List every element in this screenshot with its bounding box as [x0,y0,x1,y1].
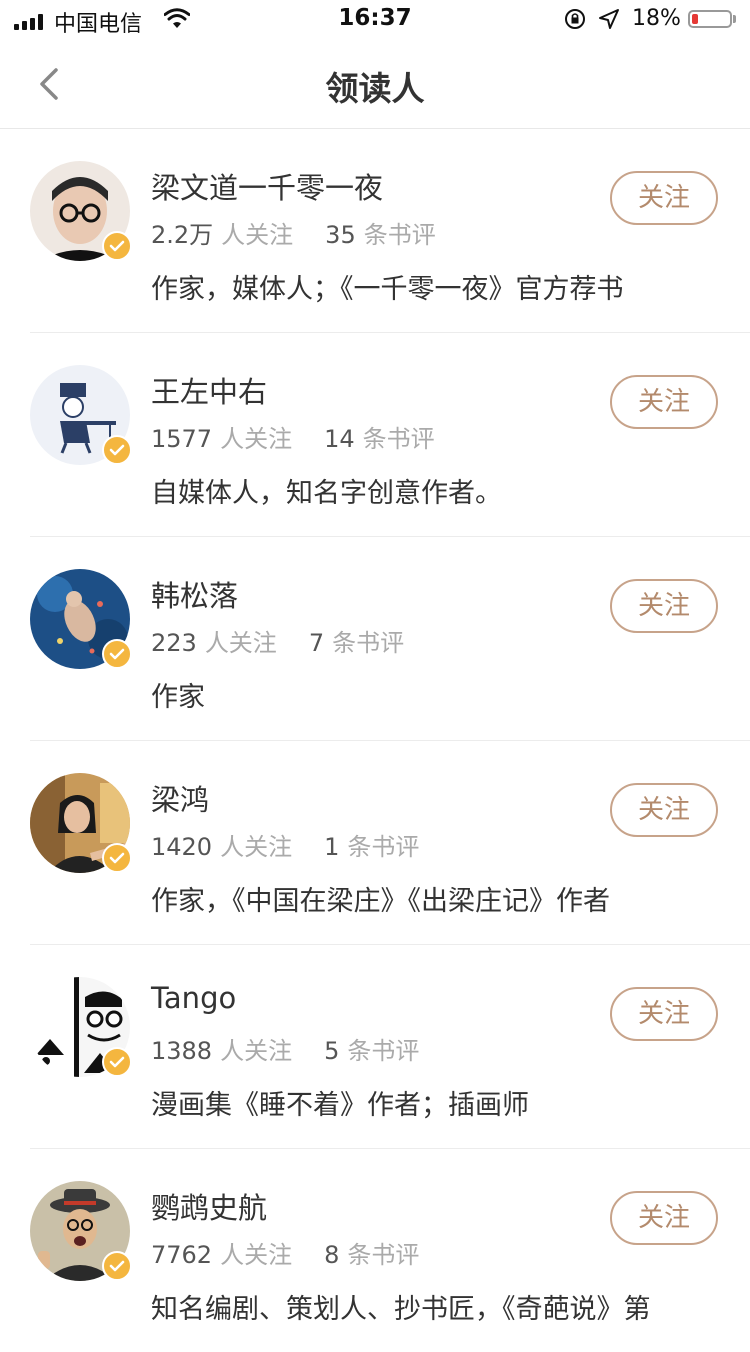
verified-badge-icon [102,639,132,669]
list-item[interactable]: Tango 1388 人关注 5 条书评 漫画集《睡不着》作者；插画师 关注 [30,945,750,1149]
followers-count: 223 [151,629,197,657]
followers-label: 人关注 [220,1037,293,1065]
reader-stats: 1420 人关注 1 条书评 [151,827,419,862]
list-item[interactable]: 韩松落 223 人关注 7 条书评 作家 关注 [30,537,750,741]
reviews-label: 条书评 [347,1037,420,1065]
followers-count: 7762 [151,1241,213,1269]
reviews-label: 条书评 [363,221,436,249]
followers-label: 人关注 [220,1241,293,1269]
followers-count: 1420 [151,833,213,861]
reader-name[interactable]: 鹦鹉史航 [151,1185,267,1227]
battery-percent: 18% [632,6,681,31]
followers-count: 1388 [151,1037,213,1065]
avatar[interactable] [30,161,132,261]
reader-stats: 1388 人关注 5 条书评 [151,1031,419,1066]
reader-description: 自媒体人，知名字创意作者。 [151,478,502,509]
reader-stats: 2.2万 人关注 35 条书评 [151,215,436,250]
reviews-label: 条书评 [347,1241,420,1269]
reader-stats: 1577 人关注 14 条书评 [151,419,435,454]
reader-description: 作家，媒体人；《一千零一夜》官方荐书 [151,274,624,305]
battery-cap [733,15,736,23]
followers-label: 人关注 [220,425,293,453]
reviews-label: 条书评 [347,833,420,861]
reviews-label: 条书评 [332,629,405,657]
follow-button[interactable]: 关注 [610,987,718,1041]
avatar[interactable] [30,569,132,669]
reader-description: 作家 [151,682,205,713]
reviews-count: 35 [325,221,356,249]
reader-name[interactable]: 梁鸿 [151,777,209,819]
followers-count: 1577 [151,425,213,453]
followers-label: 人关注 [204,629,277,657]
reviews-count: 1 [324,833,340,861]
followers-count: 2.2万 [151,221,214,249]
follow-button[interactable]: 关注 [610,375,718,429]
battery-icon [688,10,732,28]
nav-bar: 领读人 [0,40,750,129]
reader-list: 梁文道一千零一夜 2.2万 人关注 35 条书评 作家，媒体人；《一千零一夜》官方荐书… [0,129,750,1352]
location-arrow-icon [599,9,619,29]
rotation-lock-icon [565,9,585,29]
reader-name[interactable]: Tango [151,981,236,1015]
list-item[interactable]: 鹦鹉史航 7762 人关注 8 条书评 知名编剧、策划人、抄书匠，《奇葩说》第 关注 [30,1149,750,1352]
reviews-count: 8 [324,1241,340,1269]
reader-description: 漫画集《睡不着》作者；插画师 [151,1090,529,1121]
list-item[interactable]: 王左中右 1577 人关注 14 条书评 自媒体人，知名字创意作者。 关注 [30,333,750,537]
verified-badge-icon [102,843,132,873]
follow-button[interactable]: 关注 [610,579,718,633]
reviews-count: 5 [324,1037,340,1065]
follow-button[interactable]: 关注 [610,1191,718,1245]
follow-button[interactable]: 关注 [610,783,718,837]
page-title: 领读人 [325,69,425,108]
reader-description: 作家，《中国在梁庄》《出梁庄记》作者 [151,886,610,917]
list-item[interactable]: 梁鸿 1420 人关注 1 条书评 作家，《中国在梁庄》《出梁庄记》作者 关注 [30,741,750,945]
reader-name[interactable]: 韩松落 [151,573,238,615]
avatar[interactable] [30,773,132,873]
follow-button[interactable]: 关注 [610,171,718,225]
verified-badge-icon [102,1251,132,1281]
reviews-label: 条书评 [362,425,435,453]
reader-description: 知名编剧、策划人、抄书匠，《奇葩说》第 [151,1294,651,1325]
list-item[interactable]: 梁文道一千零一夜 2.2万 人关注 35 条书评 作家，媒体人；《一千零一夜》官方荐书… [30,129,750,333]
reviews-count: 7 [308,629,325,657]
reader-name[interactable]: 王左中右 [151,369,267,411]
avatar[interactable] [30,365,132,465]
followers-label: 人关注 [220,833,293,861]
reader-stats: 223 人关注 7 条书评 [151,623,404,658]
verified-badge-icon [102,435,132,465]
verified-badge-icon [102,231,132,261]
reviews-count: 14 [324,425,355,453]
followers-label: 人关注 [221,221,294,249]
reader-stats: 7762 人关注 8 条书评 [151,1235,419,1270]
verified-badge-icon [102,1047,132,1077]
avatar[interactable] [30,977,132,1077]
status-bar: 中国电信 16:37 18% [0,0,750,40]
reader-name[interactable]: 梁文道一千零一夜 [151,165,383,207]
avatar[interactable] [30,1181,132,1281]
